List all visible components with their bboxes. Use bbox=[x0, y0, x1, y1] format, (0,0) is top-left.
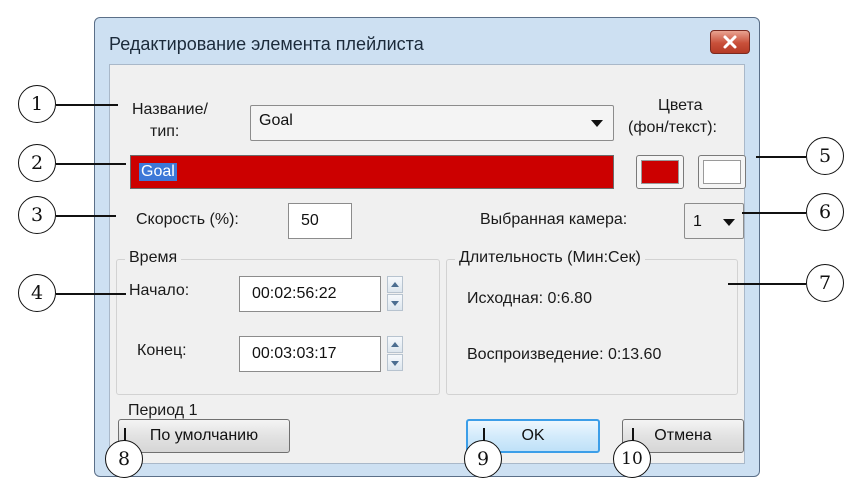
start-time-spinner[interactable] bbox=[387, 276, 403, 312]
start-time-input[interactable]: 00:02:56:22 bbox=[239, 276, 381, 312]
camera-dropdown[interactable]: 1 bbox=[684, 203, 744, 239]
default-button-label: По умолчанию bbox=[149, 427, 259, 444]
text-color-swatch[interactable] bbox=[698, 155, 746, 189]
title-bar[interactable]: Редактирование элемента плейлиста bbox=[95, 18, 759, 64]
end-time-input[interactable]: 00:03:03:17 bbox=[239, 336, 381, 372]
source-duration: Исходная: 0:6.80 bbox=[467, 290, 592, 307]
callout-line-7 bbox=[728, 283, 806, 285]
name-type-label-line2: тип: bbox=[150, 123, 180, 140]
callout-line-3 bbox=[56, 215, 116, 217]
ok-button-label: OK bbox=[521, 427, 545, 444]
time-group: Время Начало: 00:02:56:22 Конец: 00:03:0… bbox=[116, 249, 440, 395]
colors-label-line1: Цвета bbox=[658, 97, 703, 114]
callout-line-1 bbox=[56, 104, 118, 106]
playback-duration: Воспроизведение: 0:13.60 bbox=[467, 346, 662, 363]
callout-line-4 bbox=[56, 293, 126, 295]
callout-line-5 bbox=[756, 156, 806, 158]
callout-line-2 bbox=[56, 163, 126, 165]
type-dropdown[interactable]: Goal bbox=[250, 105, 614, 141]
camera-label: Выбранная камера: bbox=[480, 211, 628, 228]
callout-7: 7 bbox=[806, 264, 844, 302]
time-group-title: Время bbox=[125, 249, 182, 267]
dialog-body: Название/ тип: Goal Цвета (фон/текст): G… bbox=[109, 64, 746, 464]
period-label: Период 1 bbox=[128, 402, 198, 419]
start-time-down-button[interactable] bbox=[387, 294, 403, 311]
speed-input[interactable]: 50 bbox=[288, 203, 352, 239]
end-time-spinner[interactable] bbox=[387, 336, 403, 372]
speed-value: 50 bbox=[301, 212, 319, 229]
type-dropdown-value: Goal bbox=[259, 112, 293, 129]
start-label: Начало: bbox=[129, 282, 190, 299]
callout-5: 5 bbox=[806, 137, 844, 175]
start-time-up-button[interactable] bbox=[387, 276, 403, 293]
background-color-swatch[interactable] bbox=[636, 155, 684, 189]
end-time-up-button[interactable] bbox=[387, 336, 403, 353]
callout-10: 10 bbox=[613, 440, 651, 478]
background-color-fill bbox=[641, 160, 679, 184]
chevron-down-icon bbox=[591, 120, 603, 127]
callout-8: 8 bbox=[105, 440, 143, 478]
default-button[interactable]: По умолчанию bbox=[118, 419, 290, 453]
speed-label: Скорость (%): bbox=[136, 211, 239, 228]
close-button[interactable] bbox=[710, 30, 750, 54]
chevron-down-icon bbox=[723, 219, 735, 226]
callout-6: 6 bbox=[806, 193, 844, 231]
callout-line-6 bbox=[742, 212, 806, 214]
callout-1: 1 bbox=[18, 85, 56, 123]
callout-2: 2 bbox=[18, 144, 56, 182]
duration-group: Длительность (Мин:Сек) Исходная: 0:6.80 … bbox=[446, 249, 738, 395]
arrow-up-icon bbox=[391, 282, 399, 287]
end-time-down-button[interactable] bbox=[387, 354, 403, 371]
duration-group-title: Длительность (Мин:Сек) bbox=[455, 249, 645, 267]
close-icon bbox=[723, 35, 737, 49]
text-color-fill bbox=[703, 160, 741, 184]
end-time-value: 00:03:03:17 bbox=[252, 345, 337, 362]
arrow-down-icon bbox=[391, 301, 399, 306]
arrow-down-icon bbox=[391, 361, 399, 366]
end-label: Конец: bbox=[137, 342, 187, 359]
camera-dropdown-value: 1 bbox=[693, 213, 702, 230]
arrow-up-icon bbox=[391, 342, 399, 347]
start-time-value: 00:02:56:22 bbox=[252, 285, 337, 302]
name-field-selected-text: Goal bbox=[139, 163, 177, 181]
colors-label-line2: (фон/текст): bbox=[628, 119, 717, 136]
cancel-button-label: Отмена bbox=[654, 427, 712, 444]
dialog-title: Редактирование элемента плейлиста bbox=[109, 34, 424, 54]
name-field[interactable]: Goal bbox=[130, 155, 614, 189]
callout-3: 3 bbox=[18, 196, 56, 234]
callout-9: 9 bbox=[464, 440, 502, 478]
name-type-label-line1: Название/ bbox=[132, 101, 208, 118]
playlist-item-dialog: Редактирование элемента плейлиста Назван… bbox=[94, 17, 760, 477]
callout-4: 4 bbox=[18, 274, 56, 312]
